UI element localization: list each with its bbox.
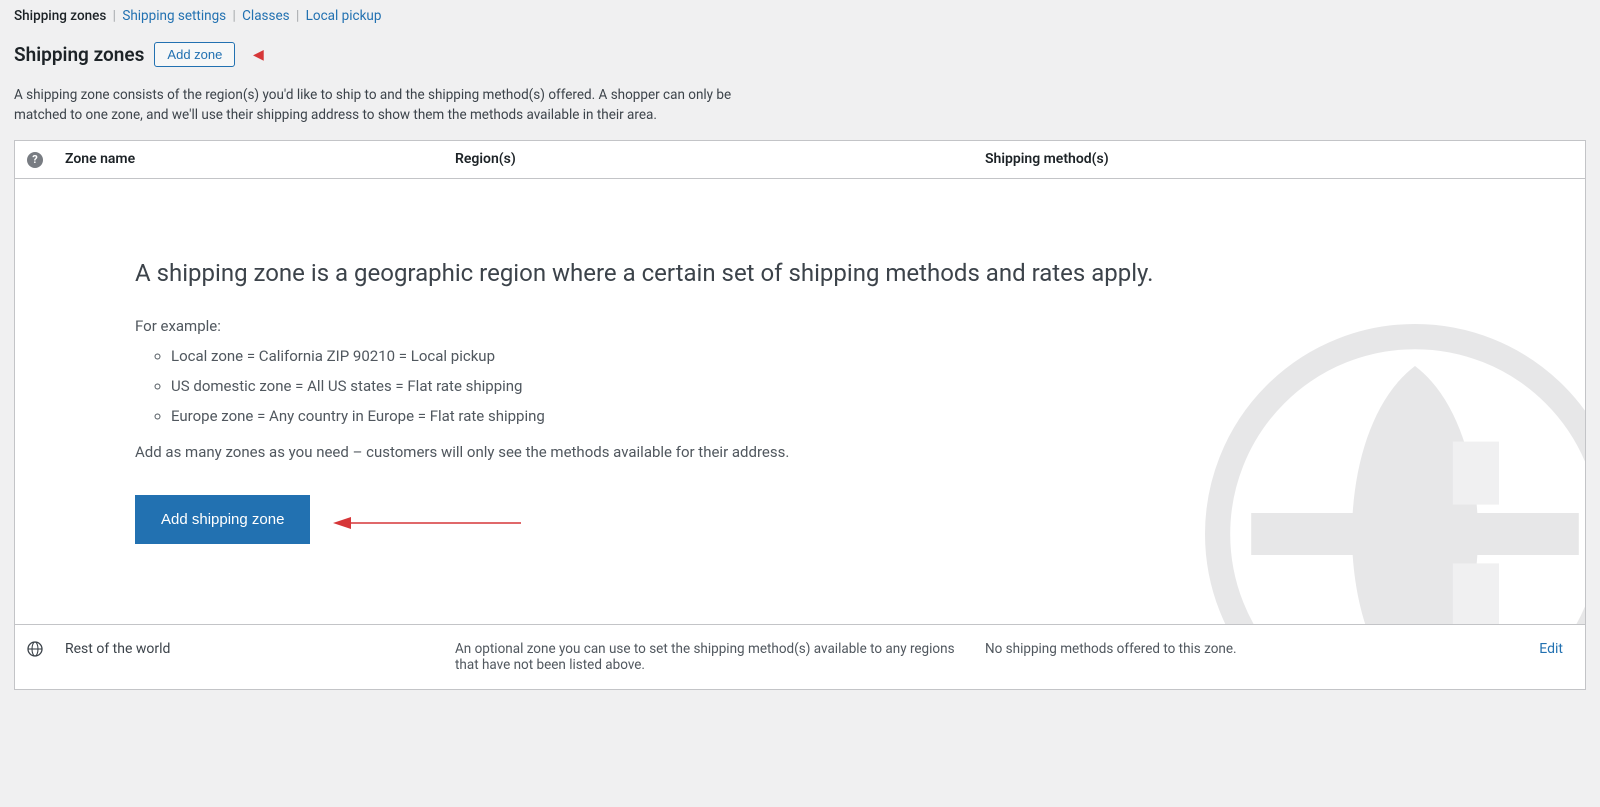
shipping-zones-table: ? Zone name Region(s) Shipping method(s)…	[14, 140, 1586, 690]
help-icon[interactable]: ?	[27, 152, 43, 168]
table-row-default: Rest of the world An optional zone you c…	[15, 625, 1585, 689]
example-item: Local zone = California ZIP 90210 = Loca…	[171, 347, 1465, 365]
row-icon-cell	[15, 631, 55, 671]
add-shipping-zone-button[interactable]: Add shipping zone	[135, 495, 310, 544]
subnav-item-classes[interactable]: Classes	[242, 8, 289, 24]
subnav-item-shipping-settings[interactable]: Shipping settings	[122, 8, 226, 24]
page-title: Shipping zones	[14, 43, 144, 66]
row-methods: No shipping methods offered to this zone…	[975, 631, 1525, 667]
example-item: US domestic zone = All US states = Flat …	[171, 377, 1465, 395]
row-edit-link[interactable]: Edit	[1539, 641, 1563, 657]
subnav-item-local-pickup[interactable]: Local pickup	[306, 8, 382, 24]
subnav-item-shipping-zones[interactable]: Shipping zones	[14, 8, 106, 24]
table-header: ? Zone name Region(s) Shipping method(s)	[15, 141, 1585, 179]
empty-footer-text: Add as many zones as you need – customer…	[135, 443, 1465, 461]
add-zone-button[interactable]: Add zone	[154, 42, 235, 67]
globe-icon	[27, 641, 43, 657]
empty-state: A shipping zone is a geographic region w…	[15, 179, 1585, 625]
annotation-arrow-small-icon: ▶	[253, 47, 264, 63]
col-header-region: Region(s)	[445, 141, 975, 177]
col-header-name: Zone name	[55, 141, 445, 177]
empty-examples-list: Local zone = California ZIP 90210 = Loca…	[171, 347, 1465, 425]
annotation-arrow-icon	[331, 509, 531, 549]
row-region: An optional zone you can use to set the …	[445, 631, 975, 683]
subnav: Shipping zones | Shipping settings | Cla…	[14, 8, 1586, 24]
empty-headline: A shipping zone is a geographic region w…	[135, 259, 1465, 287]
help-column: ?	[15, 141, 55, 178]
row-name: Rest of the world	[55, 631, 445, 667]
col-header-methods: Shipping method(s)	[975, 141, 1585, 177]
example-item: Europe zone = Any country in Europe = Fl…	[171, 407, 1465, 425]
page-description: A shipping zone consists of the region(s…	[14, 85, 774, 126]
empty-for-example: For example:	[135, 317, 1465, 335]
